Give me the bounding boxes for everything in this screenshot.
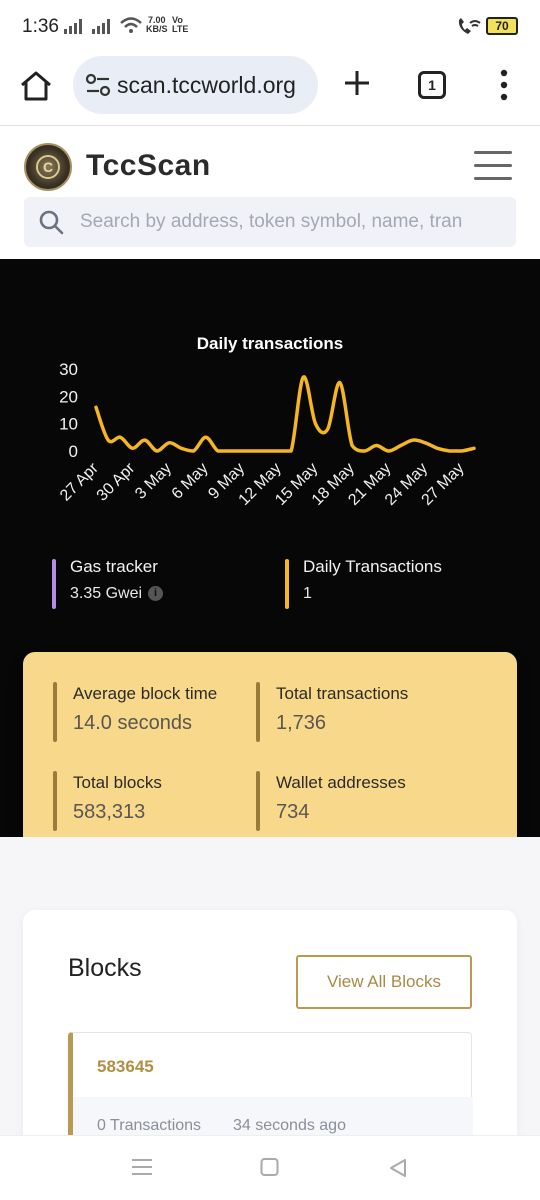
- stat-bar: [53, 771, 57, 831]
- search-icon: [39, 210, 64, 235]
- home-square-icon[interactable]: [260, 1158, 280, 1176]
- block-list-item[interactable]: 583645 0 Transactions 34 seconds ago: [68, 1032, 473, 1150]
- wifi-icon: [120, 17, 142, 33]
- view-all-blocks-button[interactable]: View All Blocks: [296, 955, 472, 1009]
- brand-name[interactable]: TccScan: [86, 149, 211, 183]
- network-speed: 7.00 KB/S: [146, 16, 168, 34]
- chart-title: Daily transactions: [197, 334, 343, 353]
- recents-menu-icon[interactable]: [131, 1158, 153, 1176]
- stat-label: Wallet addresses: [276, 773, 406, 792]
- speed-unit: KB/S: [146, 24, 168, 34]
- daily-transactions-value: 1: [303, 585, 312, 602]
- y-tick-label: 20: [59, 387, 78, 406]
- stat-value: 583,313: [73, 801, 146, 823]
- stat-label: Total transactions: [276, 684, 409, 703]
- block-transactions: 0 Transactions: [97, 1117, 202, 1134]
- gas-tracker: Gas tracker 3.35 Gwei i: [52, 557, 252, 611]
- search-input[interactable]: [80, 205, 510, 239]
- y-tick-label: 30: [59, 360, 78, 379]
- gas-tracker-bar: [52, 559, 56, 609]
- blocks-title: Blocks: [68, 954, 142, 982]
- tab-switcher-button[interactable]: 1: [418, 71, 446, 99]
- chart-svg: Daily transactions 0 10 20 30 27 Apr30 Apr3 M…: [57, 334, 476, 509]
- stat-bar: [256, 771, 260, 831]
- address-bar[interactable]: scan.tccworld.org: [73, 56, 318, 114]
- new-tab-icon[interactable]: [340, 66, 374, 100]
- stat-wallet-addresses: Wallet addresses 734: [256, 771, 486, 831]
- x-tick-label: 27 Apr: [57, 459, 102, 504]
- stat-label: Average block time: [73, 684, 218, 703]
- stat-bar: [53, 682, 57, 742]
- stat-value: 14.0 seconds: [73, 712, 192, 734]
- stat-value: 1,736: [276, 712, 327, 734]
- stats-card: Average block time 14.0 seconds Total tr…: [23, 652, 517, 852]
- volte-indicator: Vo LTE: [172, 16, 188, 34]
- x-tick-label: 3 May: [132, 460, 175, 503]
- y-tick-label: 0: [69, 442, 78, 461]
- status-time: 1:36: [22, 16, 59, 37]
- status-bar: 1:36 7.00 KB/S Vo LTE 70: [0, 0, 540, 56]
- search-box: [24, 197, 516, 247]
- stat-average-block-time: Average block time 14.0 seconds: [53, 682, 243, 742]
- stat-bar: [256, 682, 260, 742]
- x-tick-label: 6 May: [169, 460, 212, 503]
- more-options-icon[interactable]: [494, 68, 514, 102]
- daily-transactions-chart: Daily transactions 0 10 20 30 27 Apr 30 Apr 3 M…: [0, 319, 540, 549]
- stat-total-transactions: Total transactions 1,736: [256, 682, 486, 742]
- back-triangle-icon[interactable]: [388, 1158, 408, 1178]
- x-tick-label: 30 Apr: [94, 459, 139, 504]
- daily-transactions-bar: [285, 559, 289, 609]
- logo-letter: C: [36, 155, 60, 179]
- home-icon[interactable]: [18, 68, 54, 104]
- site-settings-icon[interactable]: [85, 73, 111, 97]
- info-icon[interactable]: i: [148, 586, 164, 602]
- wifi-call-icon: [458, 18, 481, 34]
- gas-tracker-value: 3.35 Gwei i: [70, 585, 164, 603]
- daily-transactions-label: Daily Transactions: [303, 557, 442, 576]
- url-text: scan.tccworld.org: [117, 72, 296, 98]
- signal-icon: [64, 19, 82, 34]
- system-navigation-bar: [0, 1135, 540, 1200]
- gas-value-text: 3.35 Gwei: [70, 585, 143, 602]
- volte-bottom: LTE: [172, 24, 189, 34]
- hamburger-menu-icon[interactable]: [474, 151, 512, 181]
- y-tick-label: 10: [59, 415, 78, 434]
- series-line: [94, 375, 476, 453]
- stat-total-blocks: Total blocks 583,313: [53, 771, 243, 831]
- stat-label: Total blocks: [73, 773, 162, 792]
- gas-tracker-label: Gas tracker: [70, 557, 158, 576]
- stat-value: 734: [276, 801, 310, 823]
- site-header: C TccScan: [0, 127, 540, 259]
- signal-icon-2: [92, 19, 110, 34]
- site-logo[interactable]: C: [24, 143, 72, 191]
- block-age: 34 seconds ago: [233, 1117, 346, 1134]
- battery-indicator: 70: [486, 17, 518, 35]
- daily-transactions-ticker: Daily Transactions 1: [285, 557, 515, 611]
- browser-toolbar: scan.tccworld.org 1: [0, 56, 540, 126]
- blocks-card: Blocks View All Blocks 583645 0 Transact…: [23, 910, 517, 1150]
- block-number[interactable]: 583645: [97, 1057, 154, 1077]
